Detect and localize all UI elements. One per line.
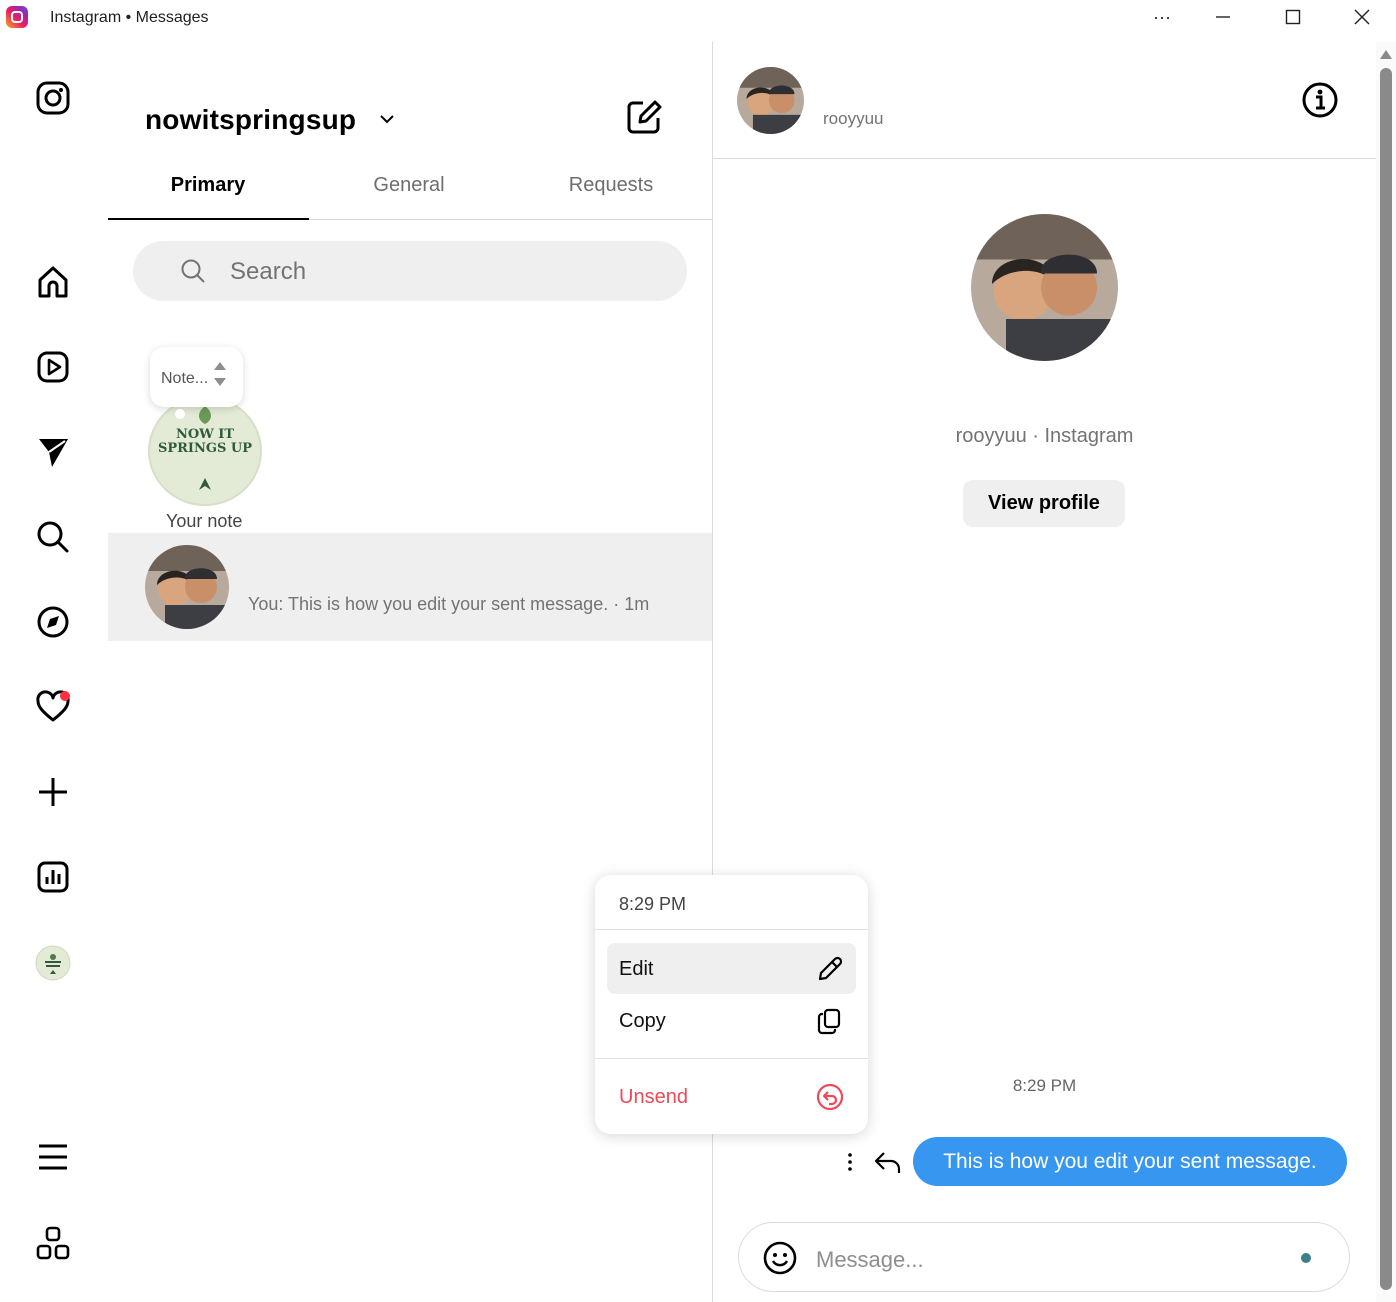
- context-menu-divider: [595, 1058, 868, 1059]
- active-tab-indicator: [108, 218, 309, 220]
- close-button[interactable]: [1337, 0, 1387, 34]
- explore-icon[interactable]: [33, 602, 73, 642]
- couple-photo-avatar: [737, 67, 804, 134]
- notification-dot: [60, 691, 70, 701]
- search-rail-icon[interactable]: [33, 517, 73, 557]
- chat-profile-avatar[interactable]: [971, 214, 1118, 361]
- copy-label[interactable]: Copy: [619, 1010, 666, 1033]
- your-note-avatar[interactable]: NOW IT SPRINGS UP: [148, 396, 262, 506]
- note-scroll-arrows-icon: [214, 362, 226, 386]
- minimize-icon: [1216, 16, 1230, 18]
- tab-primary[interactable]: Primary: [108, 174, 308, 197]
- account-name[interactable]: nowitspringsup: [145, 104, 356, 136]
- minimize-button[interactable]: [1198, 0, 1248, 34]
- maximize-icon: [1285, 9, 1301, 25]
- tab-general[interactable]: General: [309, 174, 509, 197]
- composer-status-dot: [1301, 1253, 1311, 1263]
- reels-icon[interactable]: [33, 347, 73, 387]
- scroll-up-arrow[interactable]: [1380, 50, 1392, 59]
- notifications-icon[interactable]: [33, 687, 73, 727]
- copy-icon[interactable]: [815, 1006, 845, 1036]
- your-note-label: Your note: [166, 511, 243, 531]
- search-input[interactable]: [133, 241, 687, 301]
- chat-header-divider: [713, 158, 1376, 159]
- chat-header-avatar[interactable]: [737, 67, 804, 134]
- window-titlebar: Instagram • Messages ···: [0, 0, 1396, 36]
- unsend-label[interactable]: Unsend: [619, 1086, 688, 1109]
- note-logo-text: NOW IT SPRINGS UP: [157, 427, 253, 456]
- home-icon[interactable]: [33, 262, 73, 302]
- window-title: Instagram • Messages: [50, 9, 209, 26]
- view-profile-button[interactable]: View profile: [963, 480, 1125, 527]
- more-icon: ···: [1153, 6, 1171, 27]
- instagram-app-icon: [6, 6, 28, 28]
- conversation-preview: You: This is how you edit your sent mess…: [248, 594, 650, 614]
- couple-photo-avatar: [971, 214, 1118, 361]
- also-from-meta-icon[interactable]: [33, 1223, 73, 1263]
- message-more-icon[interactable]: [840, 1150, 860, 1174]
- unsend-icon[interactable]: [815, 1082, 845, 1112]
- search-placeholder: Search: [230, 258, 307, 285]
- context-menu-divider: [595, 929, 868, 930]
- close-icon: [1354, 9, 1370, 25]
- instagram-logo-icon[interactable]: [33, 78, 73, 118]
- profile-subtitle: rooyyuu · Instagram: [955, 425, 1134, 447]
- create-icon[interactable]: [33, 772, 73, 812]
- chevron-down-icon[interactable]: [378, 112, 396, 126]
- reply-icon[interactable]: [873, 1148, 903, 1176]
- pencil-icon[interactable]: [815, 954, 845, 984]
- maximize-button[interactable]: [1268, 0, 1318, 34]
- menu-icon[interactable]: [33, 1137, 73, 1177]
- search-icon: [181, 259, 205, 283]
- note-bubble-tail: [175, 409, 185, 419]
- info-icon[interactable]: [1300, 80, 1340, 120]
- messages-icon[interactable]: [33, 432, 73, 472]
- chat-username[interactable]: rooyyuu: [823, 109, 883, 129]
- new-message-icon[interactable]: [625, 98, 663, 136]
- couple-photo-avatar: [145, 545, 229, 629]
- dashboard-icon[interactable]: [33, 857, 73, 897]
- emoji-icon[interactable]: [762, 1240, 798, 1276]
- more-options-button[interactable]: ···: [1137, 0, 1187, 34]
- profile-avatar-rail[interactable]: [33, 943, 73, 983]
- scrollbar-thumb[interactable]: [1380, 68, 1392, 1290]
- context-menu-time: 8:29 PM: [619, 894, 687, 914]
- edit-label[interactable]: Edit: [619, 958, 653, 981]
- note-bubble-text: Note...: [161, 370, 209, 387]
- message-input[interactable]: Message...: [816, 1247, 924, 1273]
- sent-message-bubble[interactable]: This is how you edit your sent message.: [913, 1137, 1347, 1186]
- conversation-avatar: [145, 545, 229, 629]
- tab-requests[interactable]: Requests: [511, 174, 711, 197]
